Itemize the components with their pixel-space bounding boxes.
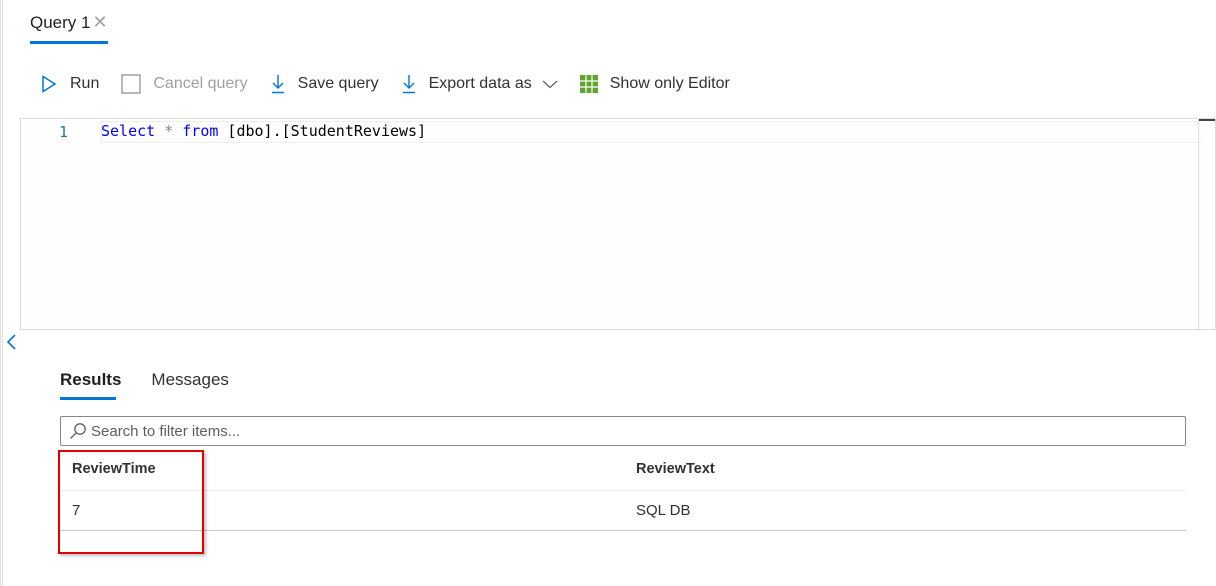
line-number: 1	[59, 123, 69, 141]
grid-icon	[579, 75, 598, 93]
search-placeholder: Search to filter items...	[91, 422, 241, 440]
cancel-query-button[interactable]: Cancel query	[121, 74, 248, 94]
results-grid: ReviewTime ReviewText 7 SQL DB	[60, 448, 1186, 531]
show-editor-label: Show only Editor	[609, 75, 730, 92]
export-data-dropdown[interactable]: Export data as	[401, 74, 558, 94]
cell-reviewtext: SQL DB	[636, 502, 691, 519]
close-icon[interactable]: ✕	[92, 12, 107, 32]
tab-results[interactable]: Results	[60, 370, 121, 390]
code-line[interactable]: Select * from [dbo].[StudentReviews]	[101, 122, 426, 140]
download-icon	[270, 74, 286, 94]
save-query-button[interactable]: Save query	[270, 74, 379, 94]
run-label: Run	[70, 75, 100, 92]
run-button[interactable]: Run	[40, 75, 99, 93]
toolbar: Run Cancel query Save query Export data …	[40, 72, 752, 96]
left-rail	[0, 0, 3, 586]
play-icon	[40, 75, 58, 93]
download-icon	[401, 74, 417, 94]
results-tabs: Results Messages	[60, 370, 259, 390]
keyword-from: from	[182, 122, 219, 140]
tab-active-indicator	[30, 41, 108, 44]
keyword-select: Select	[101, 122, 156, 140]
export-label: Export data as	[428, 75, 532, 92]
save-label: Save query	[297, 75, 379, 92]
table-row[interactable]: 7 SQL DB	[60, 491, 1186, 531]
editor-scrollbar[interactable]	[1198, 119, 1215, 329]
show-only-editor-button[interactable]: Show only Editor	[579, 75, 730, 93]
annotation-highlight-box	[58, 450, 204, 554]
stop-icon	[121, 74, 141, 94]
table-header-row: ReviewTime ReviewText	[60, 448, 1186, 491]
operator-star: *	[155, 122, 183, 140]
tab-messages[interactable]: Messages	[151, 370, 228, 390]
filter-search-input[interactable]: Search to filter items...	[60, 416, 1186, 446]
chevron-left-icon[interactable]	[6, 334, 18, 355]
sql-editor[interactable]: 1 Select * from [dbo].[StudentReviews]	[20, 118, 1216, 330]
tab-query-1[interactable]: Query 1 ✕	[30, 12, 108, 33]
results-tab-indicator	[60, 397, 116, 400]
chevron-down-icon	[542, 79, 558, 89]
table-reference: [dbo].[StudentReviews]	[218, 122, 427, 140]
tab-label: Query 1	[30, 13, 91, 32]
column-header-reviewtext[interactable]: ReviewText	[636, 461, 715, 477]
search-icon	[70, 423, 86, 439]
cancel-label: Cancel query	[153, 75, 248, 92]
scrollbar-thumb[interactable]	[1199, 119, 1215, 121]
